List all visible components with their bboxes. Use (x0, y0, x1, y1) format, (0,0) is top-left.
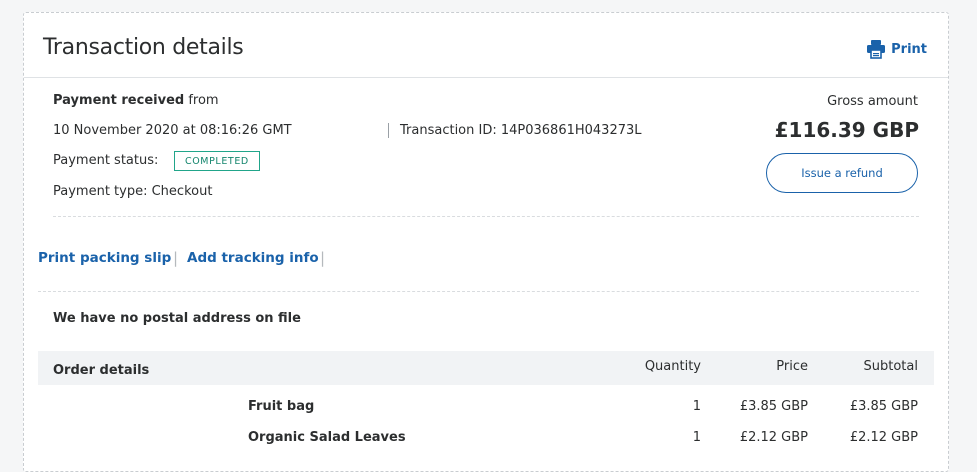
issue-refund-button[interactable]: Issue a refund (766, 153, 918, 193)
payment-datetime: 10 November 2020 at 08:16:26 GMT (53, 123, 292, 138)
item-quantity: 1 (692, 430, 701, 445)
gross-amount-value: £116.39 GBP (774, 118, 919, 142)
print-label: Print (891, 41, 927, 57)
payment-type-label: Payment type: (53, 184, 152, 199)
section-divider (38, 291, 919, 292)
payment-type-value: Checkout (151, 184, 213, 199)
transaction-id-value: 14P036861H043273L (500, 123, 642, 138)
column-price: Price (776, 359, 808, 374)
print-packing-slip-link[interactable]: Print packing slip (38, 250, 171, 266)
item-subtotal: £3.85 GBP (849, 399, 918, 414)
item-quantity: 1 (692, 399, 701, 414)
payment-type: Payment type: Checkout (53, 184, 212, 199)
section-divider (53, 216, 919, 217)
page-title: Transaction details (43, 35, 244, 60)
add-tracking-info-link[interactable]: Add tracking info (187, 250, 319, 266)
column-subtotal: Subtotal (863, 359, 918, 374)
print-button[interactable]: Print (866, 39, 927, 59)
status-badge: COMPLETED (174, 151, 260, 171)
header-divider (24, 77, 948, 78)
transaction-id-label: Transaction ID: (400, 123, 501, 138)
item-price: £3.85 GBP (739, 399, 808, 414)
gross-amount-label: Gross amount (827, 94, 918, 109)
item-name: Organic Salad Leaves (248, 430, 406, 445)
link-separator: | (173, 249, 179, 267)
info-separator (388, 123, 389, 138)
payment-from-label: from (184, 93, 219, 108)
payment-status-label: Payment status: (53, 153, 159, 168)
item-price: £2.12 GBP (739, 430, 808, 445)
item-subtotal: £2.12 GBP (849, 430, 918, 445)
no-address-message: We have no postal address on file (53, 311, 301, 326)
order-details-title: Order details (53, 363, 150, 378)
printer-icon (867, 40, 886, 59)
link-separator: | (320, 249, 326, 267)
transaction-id: Transaction ID: 14P036861H043273L (400, 123, 642, 138)
payment-received-label: Payment received (53, 93, 185, 108)
item-name: Fruit bag (248, 399, 315, 414)
transaction-card: Transaction details Print (23, 12, 949, 472)
payment-received-line: Payment received from (53, 93, 219, 108)
column-quantity: Quantity (644, 359, 701, 374)
